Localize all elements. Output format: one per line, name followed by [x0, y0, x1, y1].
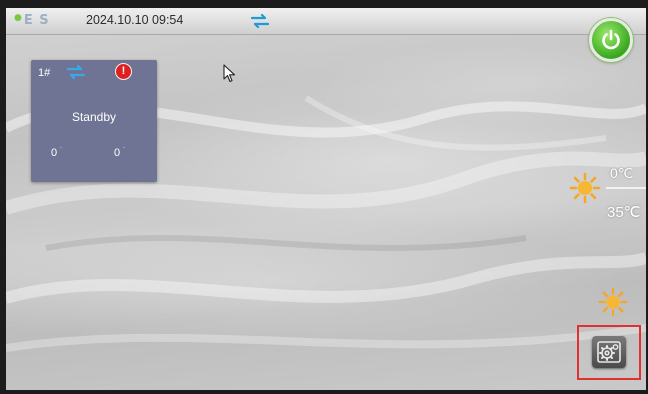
- link-arrows-icon: [250, 14, 270, 28]
- power-button[interactable]: [589, 18, 633, 62]
- settings-highlight: [577, 325, 641, 380]
- link-arrows-icon: [66, 65, 86, 79]
- status-bar: ●E S 2024.10.10 09:54: [6, 8, 646, 35]
- settings-button[interactable]: [592, 336, 626, 368]
- mouse-cursor-icon: [223, 64, 236, 83]
- temperature-high: 0℃: [610, 165, 634, 181]
- gear-icon: [597, 341, 621, 363]
- datetime-display: 2024.10.10 09:54: [86, 13, 184, 27]
- unit-id: 1#: [38, 67, 51, 79]
- temperature-low: 35℃: [607, 204, 641, 221]
- main-screen: ●E S 2024.10.10 09:54 1# ! Standby 0 ¨ 0 ¨: [6, 8, 646, 390]
- sun-icon: [598, 287, 628, 317]
- company-logo: ●E S: [14, 13, 50, 28]
- unit-value-right: 0 ¨: [114, 147, 126, 159]
- temperature-divider: [606, 187, 646, 189]
- unit-status: Standby: [71, 110, 117, 124]
- unit-card[interactable]: 1# ! Standby 0 ¨ 0 ¨: [31, 60, 157, 182]
- sun-icon: [569, 172, 601, 204]
- alarm-icon[interactable]: !: [115, 63, 132, 80]
- unit-value-left: 0 ¨: [51, 147, 63, 159]
- power-icon: [602, 29, 620, 50]
